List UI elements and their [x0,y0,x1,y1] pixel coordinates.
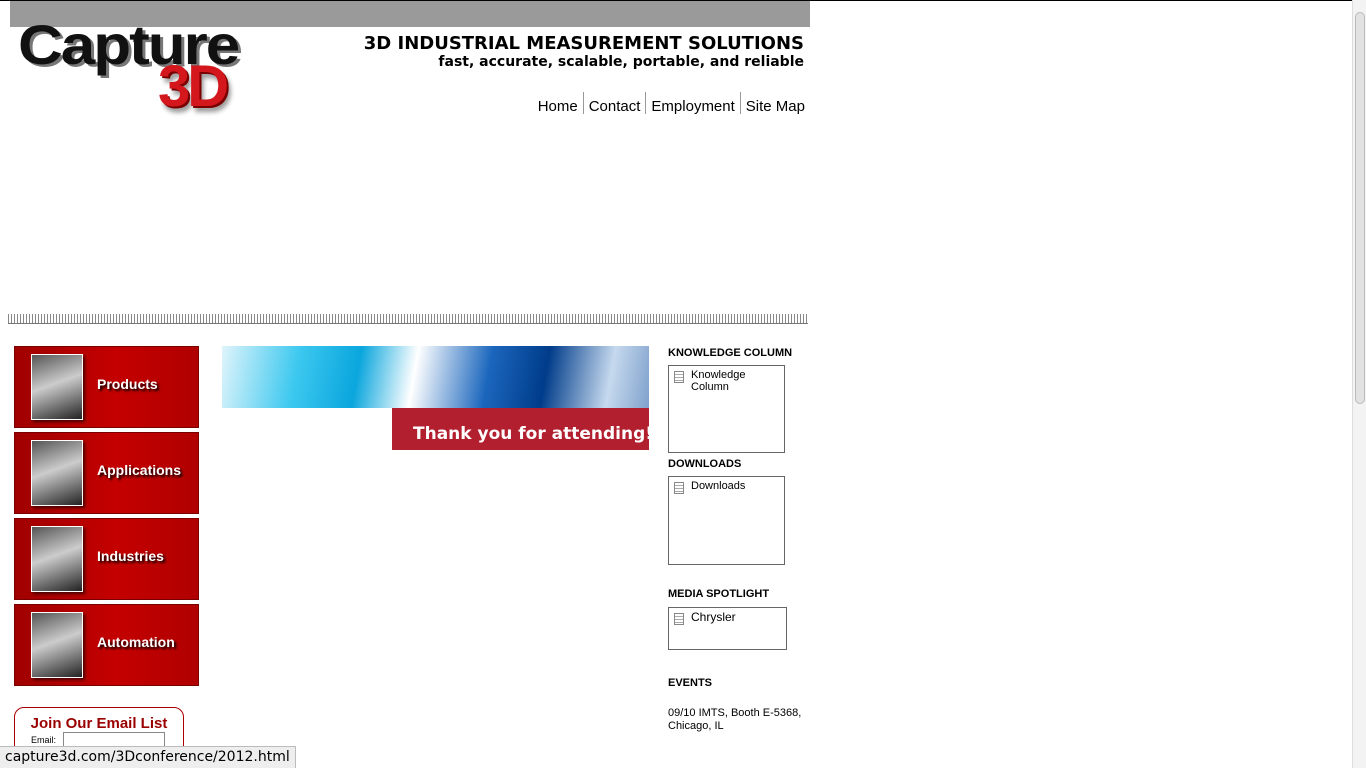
event-item[interactable]: 09/10 IMTS, Booth E-5368, Chicago, IL [668,707,808,733]
applications-button[interactable]: Applications [14,432,199,514]
banner-text: Thank you for attending! [413,424,649,444]
events-heading: EVENTS [668,677,713,689]
left-navigation: Products Applications Industries Automat… [14,346,199,690]
document-icon [674,482,684,494]
email-label: Email: [31,735,57,745]
applications-label: Applications [97,462,182,478]
downloads-link[interactable]: Downloads [691,480,745,492]
nav-divider [645,92,647,114]
logo-mark: 3D [158,54,229,119]
knowledge-heading: KNOWLEDGE COLUMN [668,347,793,359]
nav-divider [582,92,584,114]
nav-contact-link[interactable]: Contact [589,92,641,115]
automation-button[interactable]: Automation [14,604,199,686]
knowledge-link[interactable]: Knowledge Column [691,369,761,393]
products-label: Products [97,376,158,392]
site-subtagline: fast, accurate, scalable, portable, and … [438,54,804,70]
industries-label: Industries [97,548,164,564]
media-link[interactable]: Chrysler [691,611,736,623]
nav-employment-link[interactable]: Employment [651,92,734,115]
downloads-box: Downloads [668,476,785,565]
capture3d-logo[interactable]: Capture 3D [16,18,248,120]
scrollbar-thumb[interactable] [1355,12,1365,404]
email-signup-title: Join Our Email List [30,715,168,732]
vertical-scrollbar[interactable] [1352,0,1366,768]
ruler-divider [8,314,808,324]
conference-banner[interactable]: Thank you for attending! [222,346,649,450]
industries-button[interactable]: Industries [14,518,199,600]
products-button[interactable]: Products [14,346,199,428]
applications-thumbnail [31,440,83,506]
products-thumbnail [31,354,83,420]
nav-home-link[interactable]: Home [538,92,578,115]
knowledge-box: Knowledge Column [668,365,785,453]
industries-thumbnail [31,526,83,592]
downloads-heading: DOWNLOADS [668,458,742,470]
nav-sitemap-link[interactable]: Site Map [746,92,805,115]
top-navigation: Home Contact Employment Site Map [538,92,805,115]
document-icon [674,371,684,383]
media-box: Chrysler [668,607,787,650]
automation-thumbnail [31,612,83,678]
document-icon [674,613,684,625]
nav-divider [739,92,741,114]
site-tagline: 3D INDUSTRIAL MEASUREMENT SOLUTIONS [363,33,804,54]
media-heading: MEDIA SPOTLIGHT [668,588,770,600]
status-bar-url: capture3d.com/3Dconference/2012.html [0,746,296,768]
banner-graphic [222,346,649,408]
automation-label: Automation [97,634,175,650]
